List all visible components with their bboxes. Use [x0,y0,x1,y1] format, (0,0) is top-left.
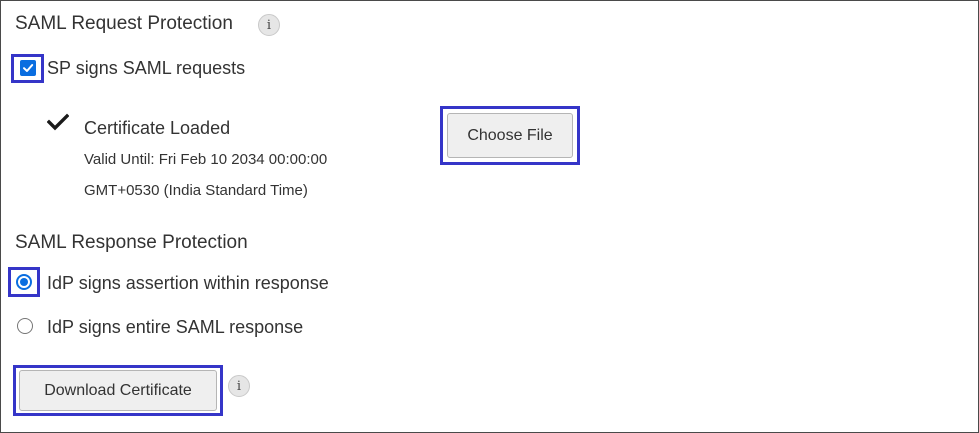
choose-file-button[interactable]: Choose File [447,113,573,158]
sign-assertion-label[interactable]: IdP signs assertion within response [47,273,329,294]
sp-signs-label[interactable]: SP signs SAML requests [47,58,245,79]
checkmark-icon [46,113,70,136]
request-protection-heading: SAML Request Protection [15,13,233,34]
sp-signs-checkbox[interactable] [20,60,36,76]
checkbox-check-icon [23,64,34,72]
sign-assertion-radio[interactable] [16,274,32,290]
download-certificate-button[interactable]: Download Certificate [19,370,217,411]
radio-selected-dot [20,278,28,286]
request-protection-info-icon[interactable]: i [258,14,280,36]
certificate-status-title: Certificate Loaded [84,118,231,138]
certificate-valid-until: Valid Until: Fri Feb 10 2034 00:00:00 [84,151,328,168]
sign-response-radio[interactable] [17,318,33,334]
response-protection-heading: SAML Response Protection [15,232,248,253]
saml-settings-panel: SAML Request Protection i SP signs SAML … [0,0,979,433]
download-info-icon[interactable]: i [228,375,250,397]
certificate-timezone: GMT+0530 (India Standard Time) [84,182,308,199]
sign-response-label[interactable]: IdP signs entire SAML response [47,317,303,338]
